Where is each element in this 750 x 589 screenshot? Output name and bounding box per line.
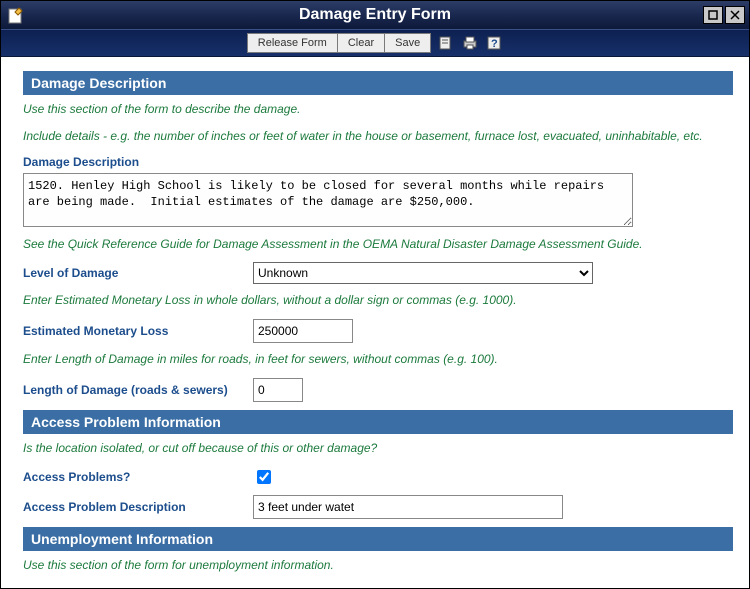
content-area: Damage Description Use this section of t… — [1, 57, 749, 588]
damage-intro-2: Include details - e.g. the number of inc… — [23, 128, 733, 145]
print-icon[interactable] — [461, 34, 479, 52]
length-help: Enter Length of Damage in miles for road… — [23, 351, 733, 368]
section-header-access: Access Problem Information — [23, 410, 733, 434]
access-problem-desc-label: Access Problem Description — [23, 500, 253, 514]
close-button[interactable] — [725, 6, 745, 24]
level-of-damage-label: Level of Damage — [23, 266, 253, 280]
access-intro: Is the location isolated, or cut off bec… — [23, 440, 733, 457]
window-title: Damage Entry Form — [299, 6, 451, 24]
save-button[interactable]: Save — [384, 33, 431, 53]
clear-button[interactable]: Clear — [337, 33, 385, 53]
section-header-damage: Damage Description — [23, 71, 733, 95]
form-scroll[interactable]: Damage Description Use this section of t… — [1, 57, 749, 588]
access-problems-checkbox[interactable] — [257, 470, 271, 484]
title-bar: Damage Entry Form — [1, 1, 749, 29]
svg-text:?: ? — [491, 38, 498, 50]
access-problem-desc-input[interactable] — [253, 495, 563, 519]
damage-description-label: Damage Description — [23, 155, 733, 169]
estimated-loss-input[interactable] — [253, 319, 353, 343]
length-of-damage-label: Length of Damage (roads & sewers) — [23, 383, 253, 397]
damage-intro-1: Use this section of the form to describe… — [23, 101, 733, 118]
form-icon — [7, 6, 25, 24]
length-of-damage-input[interactable] — [253, 378, 303, 402]
level-of-damage-select[interactable]: Unknown — [253, 262, 593, 284]
estimated-loss-label: Estimated Monetary Loss — [23, 324, 253, 338]
window-controls — [703, 6, 745, 24]
loss-help: Enter Estimated Monetary Loss in whole d… — [23, 292, 733, 309]
unemployment-intro: Use this section of the form for unemplo… — [23, 557, 733, 574]
access-problems-label: Access Problems? — [23, 470, 253, 484]
help-icon[interactable]: ? — [485, 34, 503, 52]
release-form-button[interactable]: Release Form — [247, 33, 338, 53]
app-window: Damage Entry Form Release Form Clear Sav… — [0, 0, 750, 589]
toolbar: Release Form Clear Save ? — [1, 29, 749, 57]
damage-guide-note: See the Quick Reference Guide for Damage… — [23, 236, 733, 253]
maximize-button[interactable] — [703, 6, 723, 24]
notes-icon[interactable] — [437, 34, 455, 52]
damage-description-input[interactable]: 1520. Henley High School is likely to be… — [23, 173, 633, 227]
section-header-unemployment: Unemployment Information — [23, 527, 733, 551]
